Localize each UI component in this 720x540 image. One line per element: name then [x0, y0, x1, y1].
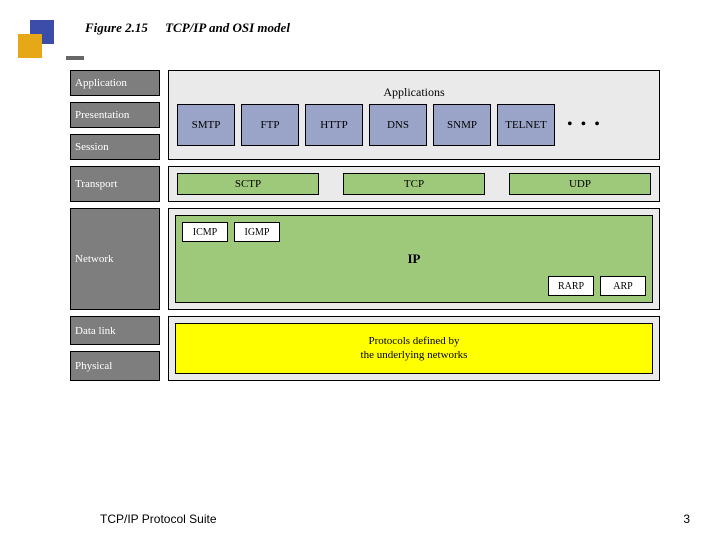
network-bottom-group: RARP ARP	[548, 276, 646, 296]
osi-session: Session	[70, 134, 160, 160]
transport-row: Transport SCTP TCP UDP	[70, 166, 660, 202]
figure-number: Figure 2.15	[85, 20, 148, 35]
applications-panel: Applications SMTP FTP HTTP DNS SNMP TELN…	[168, 70, 660, 160]
underlying-networks-text: Protocols defined by the underlying netw…	[361, 334, 468, 363]
osi-network: Network	[70, 208, 160, 310]
osi-transport: Transport	[70, 166, 160, 202]
osi-application: Application	[70, 70, 160, 96]
proto-rarp: RARP	[548, 276, 594, 296]
app-ftp: FTP	[241, 104, 299, 146]
proto-tcp: TCP	[343, 173, 485, 195]
figure-header: Figure 2.15 TCP/IP and OSI model	[85, 20, 290, 36]
app-telnet: TELNET	[497, 104, 555, 146]
app-snmp: SNMP	[433, 104, 491, 146]
lower-layers-row: Data link Physical Protocols defined by …	[70, 316, 660, 381]
osi-datalink: Data link	[70, 316, 160, 345]
network-panel-outer: ICMP IGMP IP RARP ARP	[168, 208, 660, 310]
app-http: HTTP	[305, 104, 363, 146]
osi-lower-column: Data link Physical	[70, 316, 160, 381]
apps-ellipsis: • • •	[567, 116, 602, 134]
network-row: Network ICMP IGMP IP RARP ARP	[70, 208, 660, 310]
osi-physical: Physical	[70, 351, 160, 380]
network-top-group: ICMP IGMP	[182, 222, 280, 242]
network-panel: ICMP IGMP IP RARP ARP	[175, 215, 653, 303]
proto-sctp: SCTP	[177, 173, 319, 195]
proto-igmp: IGMP	[234, 222, 280, 242]
figure-title: TCP/IP and OSI model	[165, 20, 290, 35]
proto-icmp: ICMP	[182, 222, 228, 242]
footer-title: TCP/IP Protocol Suite	[100, 512, 217, 526]
underlying-networks-panel: Protocols defined by the underlying netw…	[175, 323, 653, 374]
applications-heading: Applications	[177, 85, 651, 100]
lower-panel-outer: Protocols defined by the underlying netw…	[168, 316, 660, 381]
proto-udp: UDP	[509, 173, 651, 195]
upper-layers-row: Application Presentation Session Applica…	[70, 70, 660, 160]
app-dns: DNS	[369, 104, 427, 146]
osi-network-column: Network	[70, 208, 160, 310]
applications-row: SMTP FTP HTTP DNS SNMP TELNET • • •	[177, 104, 651, 146]
proto-ip: IP	[408, 251, 421, 267]
proto-arp: ARP	[600, 276, 646, 296]
osi-transport-column: Transport	[70, 166, 160, 202]
osi-upper-column: Application Presentation Session	[70, 70, 160, 160]
transport-panel: SCTP TCP UDP	[168, 166, 660, 202]
slide-decoration	[10, 20, 70, 60]
app-smtp: SMTP	[177, 104, 235, 146]
osi-presentation: Presentation	[70, 102, 160, 128]
diagram: Application Presentation Session Applica…	[70, 70, 660, 387]
page-number: 3	[683, 512, 690, 526]
